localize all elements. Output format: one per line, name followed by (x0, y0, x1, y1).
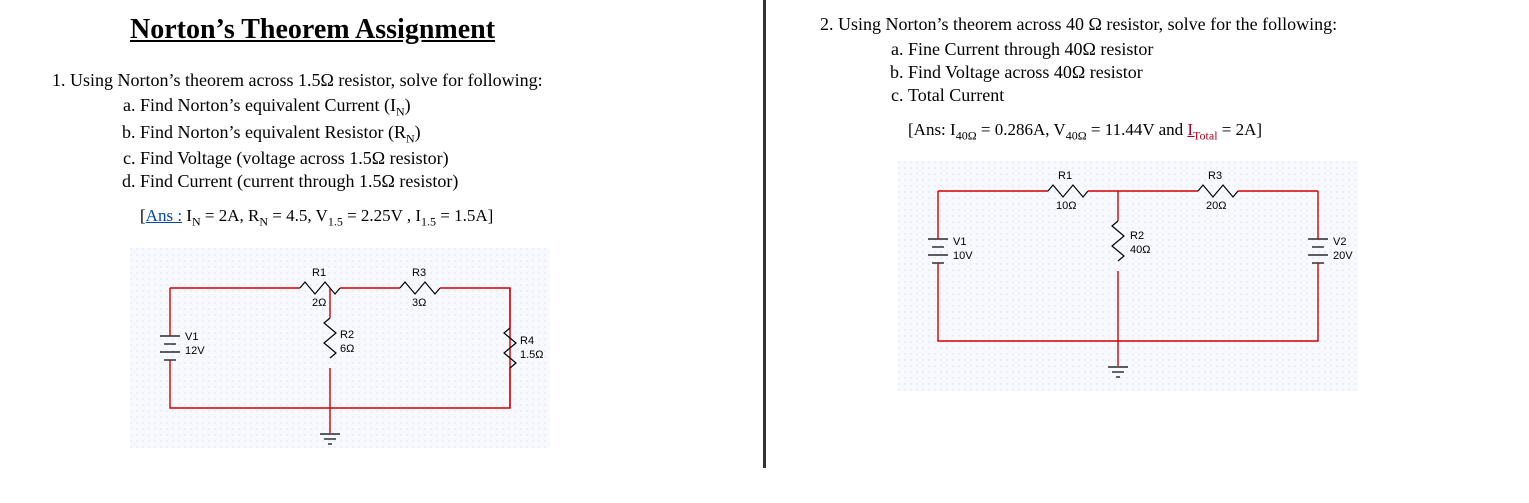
circuit-diagram-1: V1 12V R1 2Ω R3 3Ω R2 6Ω R4 1.5Ω (130, 248, 550, 448)
q2-part-a: Fine Current through 40Ω resistor (908, 39, 1499, 60)
page: Norton’s Theorem Assignment Using Norton… (0, 0, 1529, 468)
v1-label: V1 (185, 331, 198, 343)
r2b-label: R2 (1130, 230, 1144, 242)
r2-label: R2 (340, 329, 354, 341)
r1b-label: R1 (1058, 170, 1072, 182)
question-2: Using Norton’s theorem across 40 Ω resis… (798, 14, 1499, 106)
r2-value: 6Ω (340, 343, 354, 355)
q2-answer: [Ans: I40Ω = 0.286A, V40Ω = 11.44V and I… (908, 120, 1499, 143)
right-column: Using Norton’s theorem across 40 Ω resis… (768, 0, 1529, 468)
question-1: Using Norton’s theorem across 1.5Ω resis… (30, 70, 731, 192)
page-title: Norton’s Theorem Assignment (130, 14, 731, 46)
q1-answer: [Ans : IN = 2A, RN = 4.5, V1.5 = 2.25V ,… (140, 206, 731, 229)
q1-prompt: Using Norton’s theorem across 1.5Ω resis… (70, 70, 543, 90)
r3b-value: 20Ω (1206, 200, 1226, 212)
q2-prompt: Using Norton’s theorem across 40 Ω resis… (838, 14, 1337, 34)
column-divider (763, 0, 766, 468)
q1-part-a: Find Norton’s equivalent Current (IN) (140, 95, 731, 120)
r1-label: R1 (312, 267, 326, 279)
r3-label: R3 (412, 267, 426, 279)
v2-value: 20V (1333, 250, 1353, 262)
q1-parts: Find Norton’s equivalent Current (IN) Fi… (70, 95, 731, 192)
q1-part-b: Find Norton’s equivalent Resistor (RN) (140, 122, 731, 147)
circuit-diagram-2: V1 10V V2 20V R1 10Ω R3 (898, 161, 1358, 391)
q2-parts: Fine Current through 40Ω resistor Find V… (838, 39, 1499, 106)
r1-value: 2Ω (312, 297, 326, 309)
r2b-value: 40Ω (1130, 244, 1150, 256)
q1-part-c: Find Voltage (voltage across 1.5Ω resist… (140, 148, 731, 169)
v1b-value: 10V (953, 250, 973, 262)
r4-value: 1.5Ω (520, 349, 544, 361)
r1b-value: 10Ω (1056, 200, 1076, 212)
q2-part-b: Find Voltage across 40Ω resistor (908, 62, 1499, 83)
q2-part-c: Total Current (908, 85, 1499, 106)
q1-circuit: V1 12V R1 2Ω R3 3Ω R2 6Ω R4 1.5Ω (130, 248, 731, 448)
r3b-label: R3 (1208, 170, 1222, 182)
r4-label: R4 (520, 335, 534, 347)
q2-circuit: V1 10V V2 20V R1 10Ω R3 (898, 161, 1499, 391)
q1-part-d: Find Current (current through 1.5Ω resis… (140, 171, 731, 192)
left-column: Norton’s Theorem Assignment Using Norton… (0, 0, 761, 468)
v2-label: V2 (1333, 236, 1346, 248)
v1-value: 12V (185, 345, 205, 357)
r3-value: 3Ω (412, 297, 426, 309)
v1b-label: V1 (953, 236, 966, 248)
